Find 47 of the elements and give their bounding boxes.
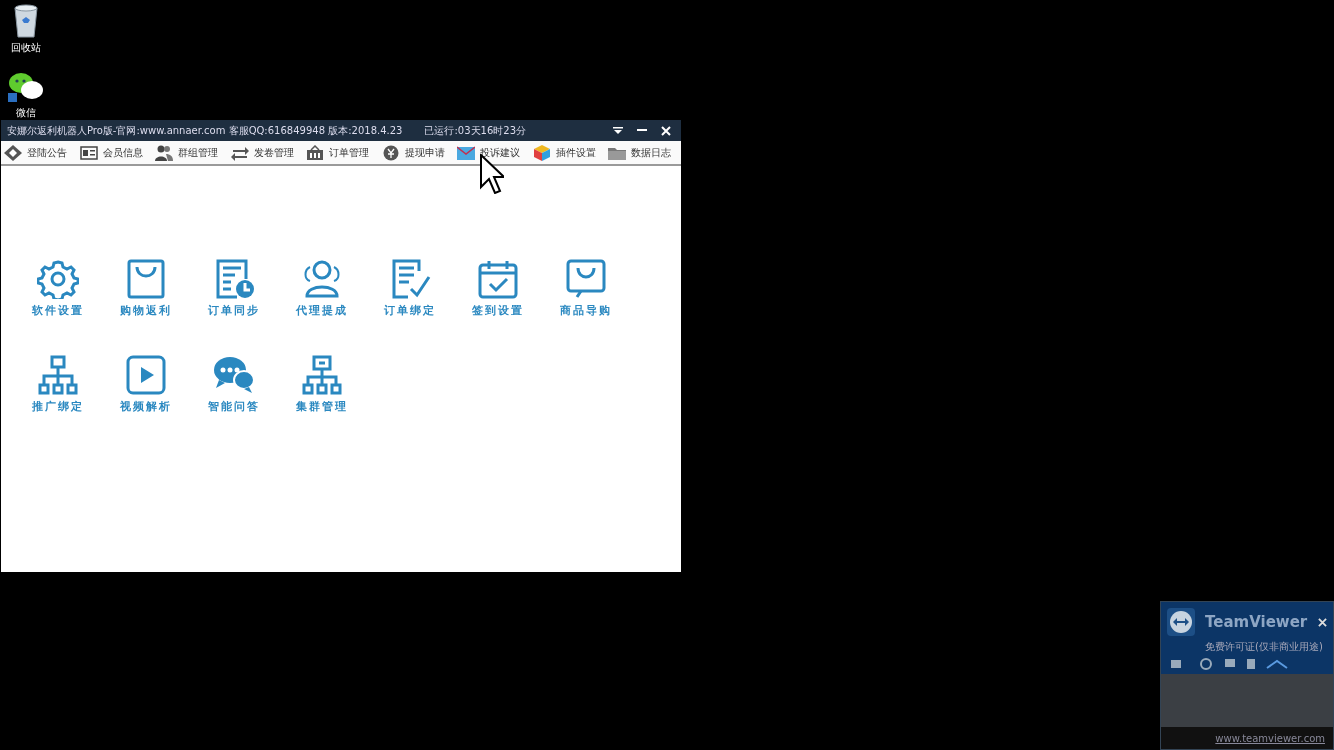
toolbar-button[interactable]: 插件设置 — [532, 144, 608, 161]
network-icon — [301, 355, 343, 395]
feature-tile[interactable]: 视频解析 — [111, 355, 181, 414]
arrows-logo-icon — [1167, 608, 1195, 636]
recycle-bin-icon — [13, 4, 39, 38]
app-title: TeamViewer — [1205, 613, 1308, 631]
coin-icon — [381, 144, 400, 161]
shopping-bag-icon — [125, 259, 167, 299]
window-title: 安娜尔返利机器人Pro版-官网:www.annaer.com 客服QQ:616849948 版本:2018.4.23 — [7, 123, 403, 138]
play-icon — [125, 355, 167, 395]
uptime-text: 已运行:03天16时23分 — [424, 123, 526, 138]
chat-bubbles-icon — [8, 71, 44, 103]
swap-arrows-icon — [230, 144, 249, 161]
envelope-icon — [457, 144, 475, 161]
calendar-check-icon — [477, 259, 519, 299]
feature-tile[interactable]: 商品导购 — [551, 259, 621, 318]
feature-tile[interactable]: 智能问答 — [199, 355, 269, 414]
minimize-icon[interactable] — [637, 129, 647, 132]
toolbar-button[interactable]: 投诉建议 — [457, 144, 533, 161]
people-icon — [155, 144, 173, 161]
chat-bubbles-icon — [213, 355, 255, 395]
toolbar-button[interactable]: 提现申请 — [381, 144, 457, 161]
feature-tile[interactable]: 代理提成 — [287, 259, 357, 318]
feature-tile[interactable]: 推广绑定 — [23, 355, 93, 414]
toolbar-button[interactable]: 发卷管理 — [230, 144, 306, 161]
desktop-icon-label[interactable]: 微信 — [16, 106, 36, 120]
toolbar-button[interactable]: 群组管理 — [155, 144, 231, 161]
close-icon[interactable] — [1318, 617, 1327, 627]
feature-tile[interactable]: 订单同步 — [199, 259, 269, 318]
feature-tile[interactable]: 集群管理 — [287, 355, 357, 414]
id-card-icon — [79, 144, 98, 161]
toolbar-button[interactable]: 登陆公告 — [4, 144, 80, 161]
license-text: 免费许可证(仅非商业用途) — [1204, 640, 1324, 654]
chat-bag-icon — [565, 259, 607, 299]
feature-tile[interactable]: 订单绑定 — [375, 259, 445, 318]
hierarchy-icon — [37, 355, 79, 395]
toolbar-button[interactable]: 数据日志 — [608, 144, 684, 161]
feature-tile[interactable]: 购物返利 — [111, 259, 181, 318]
toolbar-button[interactable]: 订单管理 — [306, 144, 382, 161]
gear-icon — [37, 259, 79, 299]
dropdown-icon[interactable] — [613, 126, 623, 135]
feature-tile[interactable]: 软件设置 — [23, 259, 93, 318]
feature-tile[interactable]: 签到设置 — [463, 259, 533, 318]
toolbar-button[interactable]: 会员信息 — [79, 144, 155, 161]
cube-icon — [532, 144, 551, 161]
desktop-icon-label[interactable]: 回收站 — [11, 41, 41, 55]
diamond-icon — [4, 144, 22, 161]
